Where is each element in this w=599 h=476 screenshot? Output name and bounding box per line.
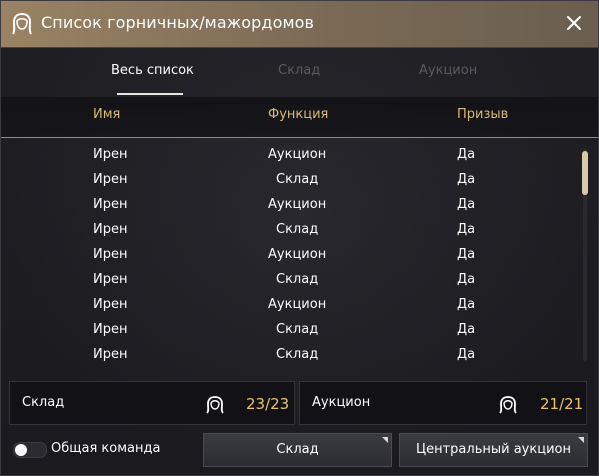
active-tab-indicator: [117, 93, 183, 95]
central-auction-button-label: Центральный аукцион: [416, 442, 571, 457]
header-summon: Призыв: [457, 107, 509, 122]
row-function: Аукцион: [268, 247, 327, 262]
table-header: Имя Функция Призыв: [1, 97, 598, 138]
row-function: Аукцион: [268, 197, 327, 212]
row-summon: Да: [457, 222, 476, 237]
row-name: Ирен: [93, 147, 128, 162]
auction-count: 21/21: [540, 395, 584, 413]
row-summon: Да: [457, 247, 476, 262]
common-command-label: Общая команда: [51, 441, 161, 456]
tab-all-list[interactable]: Весь список: [111, 63, 194, 78]
auction-summary: Аукцион 21/21: [299, 381, 587, 425]
row-name: Ирен: [93, 322, 128, 337]
row-summon: Да: [457, 172, 476, 187]
scrollbar-thumb[interactable]: [582, 151, 588, 195]
table-row[interactable]: Ирен Склад Да: [1, 343, 576, 368]
header-function: Функция: [268, 107, 329, 122]
maid-icon: [12, 13, 32, 35]
row-function: Аукцион: [268, 297, 327, 312]
auction-summary-label: Аукцион: [312, 395, 371, 410]
maid-icon: [206, 396, 224, 414]
row-function: Склад: [276, 347, 319, 362]
row-name: Ирен: [93, 197, 128, 212]
tab-auction[interactable]: Аукцион: [419, 63, 477, 78]
title-bar: Список горничных/мажордомов: [1, 1, 598, 48]
storage-summary-label: Склад: [22, 395, 65, 410]
maid-list-window: Список горничных/мажордомов Весь список …: [0, 0, 599, 476]
row-summon: Да: [457, 197, 476, 212]
toggle-knob: [15, 444, 27, 456]
row-name: Ирен: [93, 347, 128, 362]
row-summon: Да: [457, 322, 476, 337]
maid-list: Ирен Аукцион Да Ирен Склад Да Ирен Аукци…: [1, 143, 598, 369]
row-name: Ирен: [93, 172, 128, 187]
table-row[interactable]: Ирен Аукцион Да: [1, 243, 576, 268]
storage-button[interactable]: Склад: [203, 433, 392, 467]
header-name: Имя: [93, 107, 121, 122]
row-function: Склад: [276, 322, 319, 337]
table-row[interactable]: Ирен Аукцион Да: [1, 193, 576, 218]
corner-arrow-icon: [578, 437, 584, 443]
common-command-toggle[interactable]: [13, 442, 47, 458]
corner-arrow-icon: [382, 437, 388, 443]
table-row[interactable]: Ирен Аукцион Да: [1, 293, 576, 318]
table-row[interactable]: Ирен Склад Да: [1, 268, 576, 293]
table-row[interactable]: Ирен Аукцион Да: [1, 143, 576, 168]
tab-storage[interactable]: Склад: [278, 63, 320, 78]
row-function: Склад: [276, 272, 319, 287]
row-summon: Да: [457, 347, 476, 362]
row-name: Ирен: [93, 247, 128, 262]
row-summon: Да: [457, 272, 476, 287]
close-icon[interactable]: [564, 13, 584, 33]
row-name: Ирен: [93, 297, 128, 312]
storage-summary: Склад 23/23: [9, 381, 295, 425]
row-function: Склад: [276, 172, 319, 187]
tab-bar: Весь список Склад Аукцион: [1, 51, 598, 95]
row-summon: Да: [457, 297, 476, 312]
maid-icon: [499, 396, 517, 414]
central-auction-button[interactable]: Центральный аукцион: [399, 433, 588, 467]
window-title: Список горничных/мажордомов: [41, 13, 315, 32]
row-summon: Да: [457, 147, 476, 162]
table-row[interactable]: Ирен Склад Да: [1, 218, 576, 243]
table-row[interactable]: Ирен Склад Да: [1, 168, 576, 193]
row-name: Ирен: [93, 272, 128, 287]
storage-count: 23/23: [246, 395, 290, 413]
row-function: Склад: [276, 222, 319, 237]
row-name: Ирен: [93, 222, 128, 237]
row-function: Аукцион: [268, 147, 327, 162]
table-row[interactable]: Ирен Склад Да: [1, 318, 576, 343]
storage-button-label: Склад: [276, 442, 319, 457]
